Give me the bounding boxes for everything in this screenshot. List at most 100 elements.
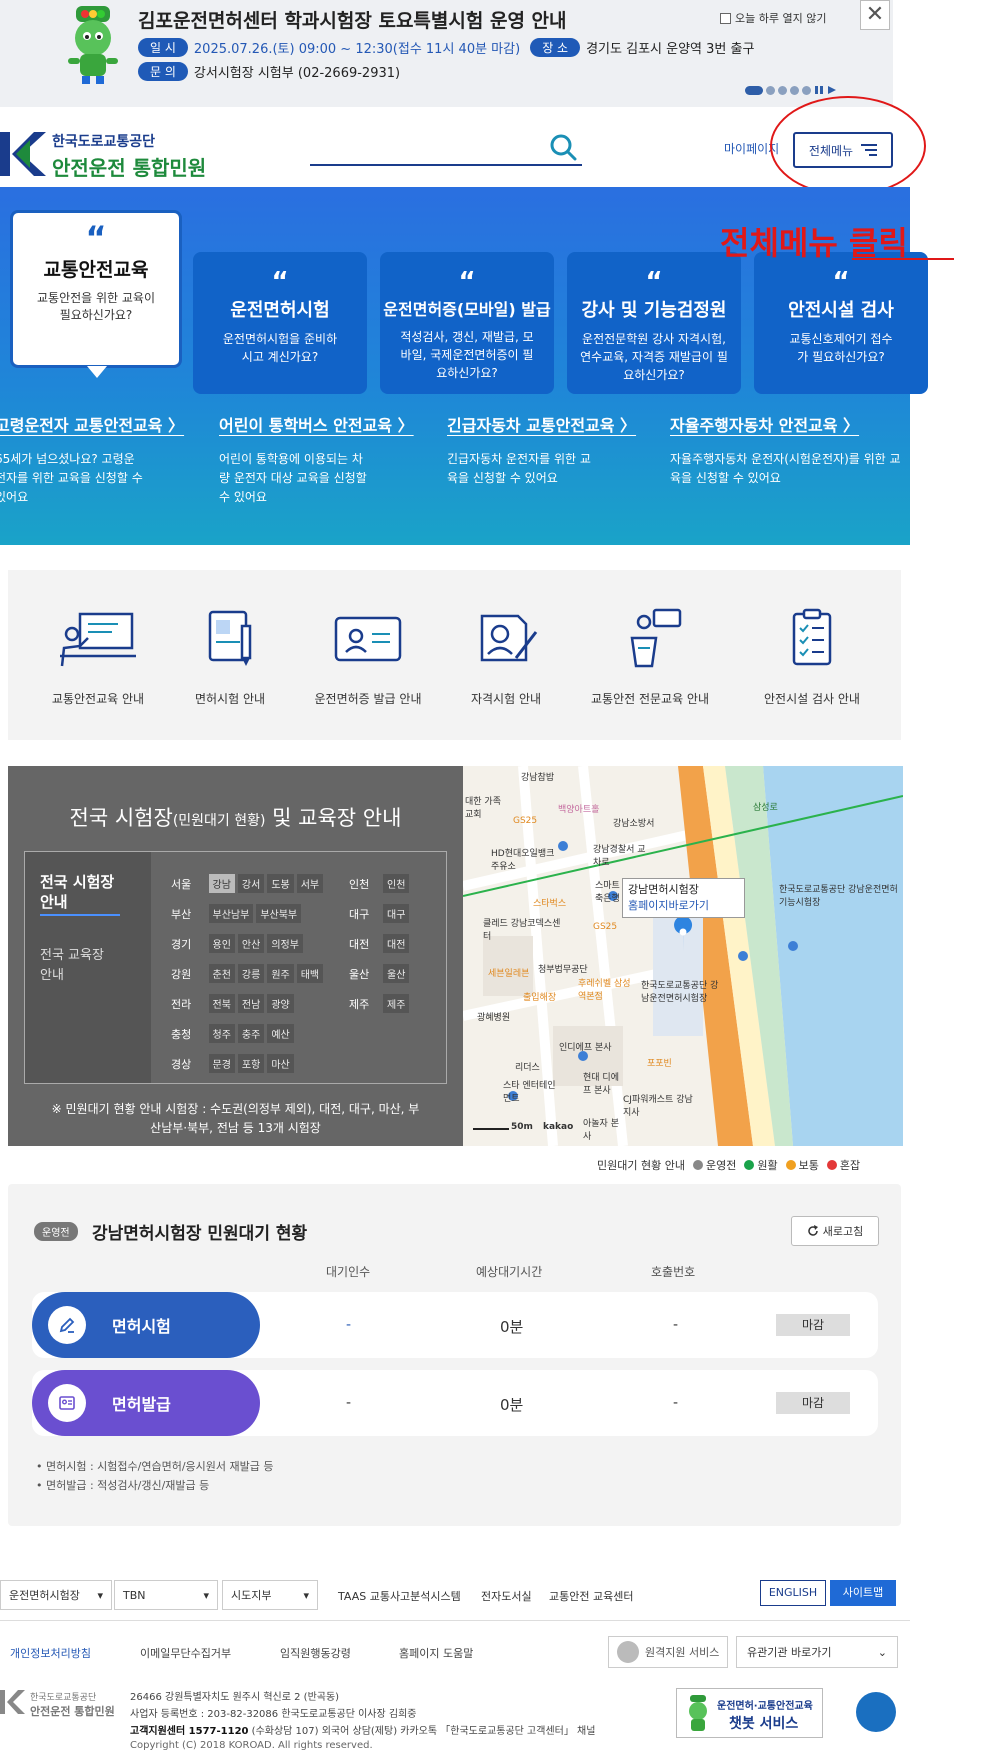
center-tag[interactable]: 대구 [383, 904, 410, 923]
sub-link-title[interactable]: 어린이 통학버스 안전교육 〉 [219, 412, 459, 436]
center-tag[interactable]: 울산 [383, 964, 410, 983]
center-tag[interactable]: 원주 [267, 964, 294, 983]
center-tag[interactable]: 전북 [208, 994, 235, 1013]
certification-seal-icon[interactable] [856, 1692, 896, 1732]
center-tag[interactable]: 마산 [267, 1054, 294, 1073]
notice-banner: 김포운전면허센터 학과시험장 토요특별시험 운영 안내 일 시 2025.07.… [0, 0, 893, 107]
center-tag[interactable]: 부산북부 [256, 904, 302, 923]
card-title: 강사 및 기능검정원 [581, 300, 727, 321]
related-org-select[interactable]: 유관기관 바로가기 ⌄ [736, 1636, 898, 1668]
select-branch[interactable]: 시도지부 ▾ [222, 1580, 318, 1610]
center-tag[interactable]: 태백 [296, 964, 324, 983]
pager-dot[interactable] [745, 85, 763, 95]
region-row-ulsan: 울산 울산 [349, 964, 412, 983]
select-tbn[interactable]: TBN ▾ [114, 1580, 218, 1610]
quick-facility-inspection[interactable]: 안전시설 검사 안내 [742, 608, 882, 707]
sub-link-title[interactable]: 자율주행자동차 안전교육 〉 [670, 412, 910, 436]
center-tag[interactable]: 충주 [237, 1024, 265, 1043]
wait-count: - [346, 1317, 352, 1333]
map[interactable]: 강남참밥 대한 가족교회 백양아트홀 강남소방서 GS25 HD현대오일뱅크주유… [463, 766, 903, 1146]
region-row-gyeongsang: 경상 문경 포항 마산 [171, 1054, 297, 1073]
pager-dot[interactable] [766, 85, 775, 95]
today-close-checkbox[interactable] [720, 12, 731, 24]
footer-link-taas[interactable]: TAAS 교통사고분석시스템 [338, 1588, 461, 1604]
notice-close-button[interactable]: ✕ [860, 0, 890, 30]
play-icon[interactable] [827, 85, 837, 95]
tab-education-centers[interactable]: 전국 교육장 안내 [40, 946, 120, 986]
card-pointer [87, 366, 107, 378]
center-tag[interactable]: 제주 [383, 994, 410, 1013]
logo-org[interactable]: 한국도로교통공단 [52, 131, 155, 151]
center-tag[interactable]: 전남 [237, 994, 265, 1013]
sub-link-autonomous[interactable]: 자율주행자동차 안전교육 〉 자율주행자동차 운전자(시험운전자)를 위한 교육… [670, 412, 910, 488]
card-license-issue[interactable]: “ 운전면허증(모바일) 발급 적성검사, 갱신, 재발급, 모바일, 국제운전… [380, 252, 554, 394]
quick-label: 운전면허증 발급 안내 [314, 692, 422, 706]
select-test-center[interactable]: 운전면허시험장 ▾ [0, 1580, 112, 1610]
center-tag[interactable]: 강릉 [237, 964, 265, 983]
center-tag[interactable]: 강남 [208, 874, 235, 893]
center-tag[interactable]: 의정부 [267, 934, 303, 953]
center-tag[interactable]: 강서 [237, 874, 265, 893]
map-label: 백양아트홀 [558, 805, 600, 815]
sub-link-title[interactable]: 긴급자동차 교통안전교육 〉 [447, 412, 687, 436]
center-tag[interactable]: 부산남부 [208, 904, 254, 923]
chatbot-banner[interactable]: 운전면허·교통안전교육 챗봇 서비스 [676, 1688, 823, 1738]
center-tag[interactable]: 예산 [267, 1024, 294, 1043]
quick-license-exam[interactable]: 면허시험 안내 [160, 608, 300, 707]
map-popup[interactable]: 강남면허시험장 홈페이지바로가기 [622, 878, 745, 918]
sub-link-title[interactable]: 고령운전자 교통안전교육 〉 [0, 412, 235, 436]
center-tag[interactable]: 인천 [383, 874, 410, 893]
card-safety-facility[interactable]: “ 안전시설 검사 교통신호제어기 접수가 필요하신가요? [754, 252, 928, 394]
pager-dot[interactable] [790, 85, 799, 95]
center-tag[interactable]: 용인 [208, 934, 235, 953]
sitemap-button[interactable]: 사이트맵 [830, 1580, 896, 1606]
pager-dot[interactable] [802, 85, 811, 95]
footer-link-education-center[interactable]: 교통안전 교육센터 [549, 1588, 633, 1604]
center-tag[interactable]: 춘천 [208, 964, 235, 983]
sub-link-elderly[interactable]: 고령운전자 교통안전교육 〉 65세가 넘으셨나요? 고령운전자를 위한 교육을… [0, 412, 235, 507]
remote-support-button[interactable]: 원격지원 서비스 [608, 1636, 728, 1668]
center-tag[interactable]: 도봉 [267, 874, 294, 893]
footer-link-library[interactable]: 전자도서실 [481, 1588, 532, 1604]
pager-dot[interactable] [778, 85, 787, 95]
notice-title[interactable]: 김포운전면허센터 학과시험장 토요특별시험 운영 안내 [138, 6, 567, 33]
email-policy-link[interactable]: 이메일무단수집거부 [140, 1645, 231, 1661]
english-button[interactable]: ENGLISH [760, 1580, 826, 1606]
logo-service[interactable]: 안전운전 통합민원 [52, 152, 206, 181]
card-instructor[interactable]: “ 강사 및 기능검정원 운전전문학원 강사 자격시험, 연수교육, 자격증 재… [567, 252, 741, 394]
today-close-option[interactable]: 오늘 하루 열지 않기 [720, 10, 826, 26]
center-tag[interactable]: 광양 [267, 994, 294, 1013]
refresh-button[interactable]: 새로고침 [791, 1216, 879, 1246]
search-input[interactable] [310, 164, 582, 166]
center-tag[interactable]: 문경 [208, 1054, 235, 1073]
center-tag[interactable]: 대전 [383, 934, 410, 953]
sub-link-desc: 자율주행자동차 운전자(시험운전자)를 위한 교육을 신청할 수 있어요 [670, 452, 901, 485]
quick-qualification-exam[interactable]: 자격시험 안내 [436, 608, 576, 707]
lecture-icon [60, 612, 136, 667]
center-tag[interactable]: 안산 [237, 934, 265, 953]
popup-homepage-link[interactable]: 홈페이지바로가기 [628, 898, 739, 914]
search-icon[interactable] [549, 133, 577, 161]
sub-link-school-bus[interactable]: 어린이 통학버스 안전교육 〉 어린이 통학용에 이용되는 차량 운전자 대상 … [219, 412, 459, 507]
chevron-down-icon: ⌄ [877, 1645, 887, 1659]
card-license-exam[interactable]: “ 운전면허시험 운전면허시험을 준비하시고 계신가요? [193, 252, 367, 394]
privacy-policy-link[interactable]: 개인정보처리방침 [10, 1645, 91, 1661]
legend-dot [744, 1160, 755, 1170]
quick-traffic-education[interactable]: 교통안전교육 안내 [28, 608, 168, 707]
notice-date-row: 일 시 2025.07.26.(토) 09:00 ~ 12:30(접수 11시 … [138, 38, 754, 57]
code-of-conduct-link[interactable]: 임직원행동강령 [280, 1645, 351, 1661]
center-tag[interactable]: 서부 [296, 874, 324, 893]
help-link[interactable]: 홈페이지 도움말 [399, 1645, 473, 1661]
pause-icon[interactable] [814, 85, 824, 95]
sub-link-emergency[interactable]: 긴급자동차 교통안전교육 〉 긴급자동차 운전자를 위한 교육을 신청할 수 있… [447, 412, 687, 488]
region-row-jeju: 제주 제주 [349, 994, 412, 1013]
center-tag[interactable]: 포항 [237, 1054, 265, 1073]
id-card-icon [48, 1384, 86, 1422]
card-traffic-safety-education[interactable]: “ 교통안전교육 교통안전을 위한 교육이 필요하신가요? [10, 210, 182, 368]
center-tag[interactable]: 청주 [208, 1024, 235, 1043]
tab-test-centers[interactable]: 전국 시험장 안내 [40, 872, 120, 916]
quick-professional-education[interactable]: 교통안전 전문교육 안내 [580, 608, 720, 707]
notice-pager[interactable] [745, 85, 837, 95]
koroad-logo-icon[interactable] [0, 132, 48, 176]
quick-license-issue[interactable]: 운전면허증 발급 안내 [298, 608, 438, 707]
